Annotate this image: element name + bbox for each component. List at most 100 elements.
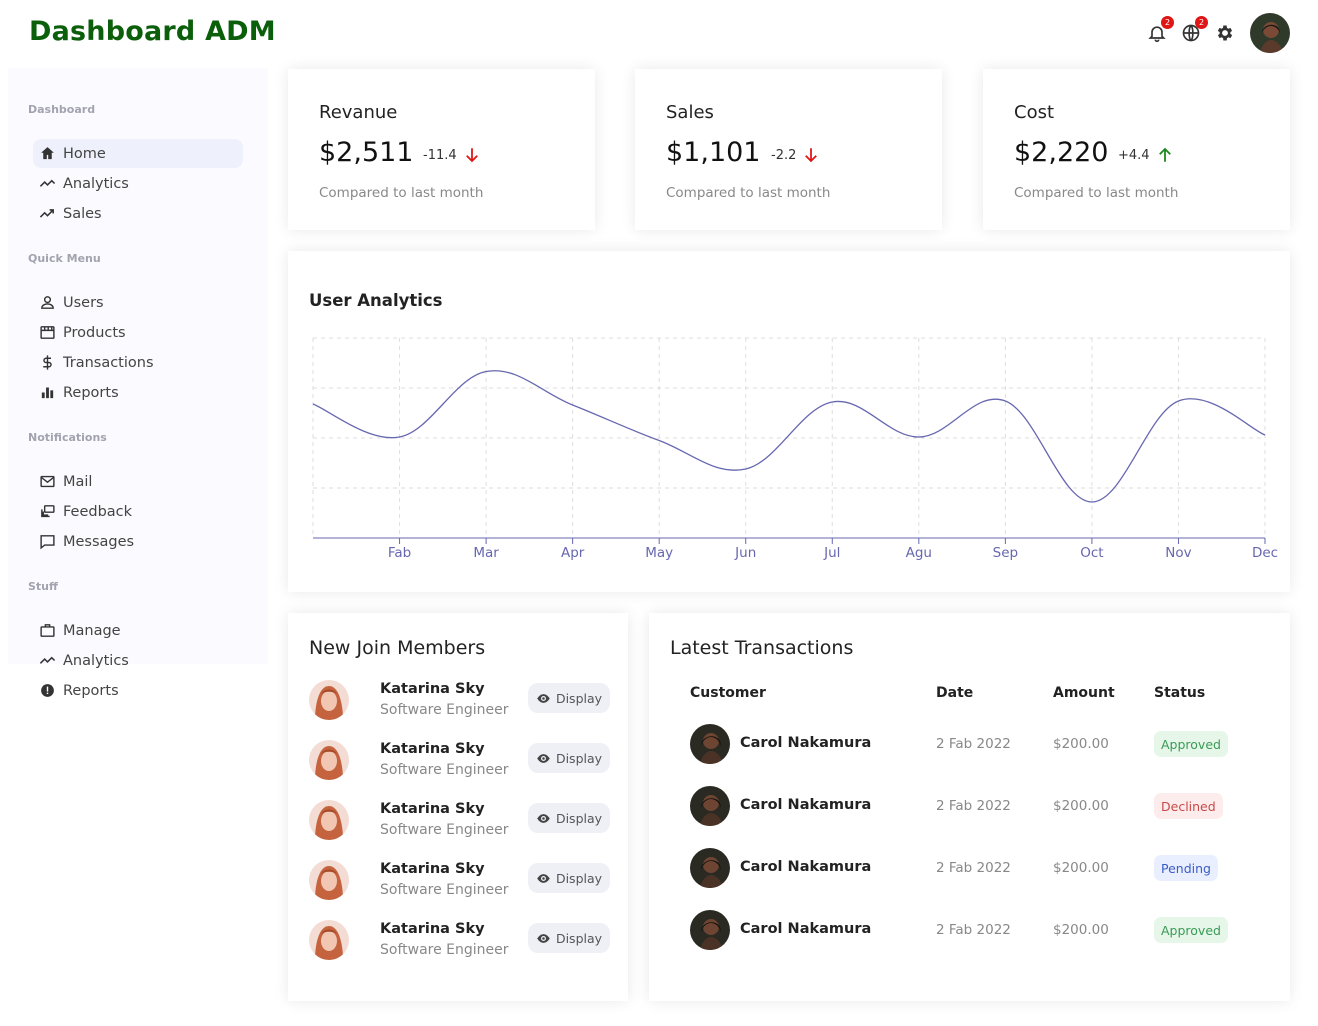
kpi-title: Sales (666, 102, 714, 123)
transaction-date: 2 Fab 2022 (936, 798, 1011, 814)
kpi-value: $2,220 (1014, 137, 1109, 168)
sidebar-item-reports-2[interactable]: Reports (33, 676, 243, 705)
sidebar-section-title: Stuff (28, 580, 58, 593)
sidebar-item-label: Feedback (63, 503, 133, 520)
sidebar-item-products[interactable]: Products (33, 318, 243, 347)
members-title: New Join Members (309, 637, 486, 659)
kpi-value: $2,511 (319, 137, 414, 168)
customer-avatar (690, 848, 730, 888)
top-icons: 2 2 (1146, 13, 1290, 53)
sidebar: Dashboard Home Analytics Sales Quick Men… (8, 68, 268, 699)
display-button-label: Display (555, 750, 603, 766)
sidebar-item-label: Transactions (63, 354, 154, 371)
customer-avatar (690, 786, 730, 826)
gear-icon (1217, 25, 1233, 41)
transaction-date: 2 Fab 2022 (936, 922, 1011, 938)
x-tick-label: Dec (1252, 545, 1278, 561)
kpi-delta: -11.4 (423, 146, 481, 164)
sidebar-item-label: Home (63, 145, 106, 162)
sidebar-item-label: Reports (63, 384, 119, 401)
member-row: Katarina Sky Software Engineer Display (309, 920, 610, 962)
home-icon (41, 147, 54, 160)
sidebar-item-users[interactable]: Users (33, 288, 243, 317)
dollar-icon (43, 355, 52, 370)
kpi-note: Compared to last month (666, 185, 831, 201)
kpi-note: Compared to last month (319, 185, 484, 201)
member-job-title: Software Engineer (380, 762, 509, 778)
settings-button[interactable] (1214, 22, 1236, 44)
column-header-status: Status (1154, 685, 1206, 701)
status-badge: Pending (1154, 855, 1218, 881)
bar-chart-icon (41, 387, 54, 399)
member-job-title: Software Engineer (380, 822, 509, 838)
x-tick-label: Fab (388, 545, 411, 561)
eye-icon (537, 933, 550, 943)
x-tick-label: Agu (906, 545, 932, 561)
user-icon (41, 296, 54, 309)
display-button[interactable]: Display (528, 863, 610, 893)
sidebar-item-home[interactable]: Home (33, 139, 243, 168)
display-button[interactable]: Display (528, 683, 610, 713)
language-badge: 2 (1195, 16, 1208, 29)
notifications-button[interactable]: 2 (1146, 16, 1174, 44)
transactions-title: Latest Transactions (670, 637, 854, 659)
member-job-title: Software Engineer (380, 942, 509, 958)
sidebar-item-feedback[interactable]: Feedback (33, 497, 243, 526)
eye-icon (537, 813, 550, 823)
arrow-down-icon (805, 148, 818, 163)
transaction-amount: $200.00 (1053, 860, 1109, 876)
kpi-delta: -2.2 (771, 146, 820, 164)
sidebar-item-manage[interactable]: Manage (33, 616, 243, 645)
arrow-down-icon (465, 148, 478, 163)
x-tick-label: Jul (823, 545, 840, 561)
member-avatar (309, 860, 349, 900)
member-row: Katarina Sky Software Engineer Display (309, 800, 610, 842)
language-button[interactable]: 2 (1180, 16, 1208, 44)
display-button[interactable]: Display (528, 803, 610, 833)
x-tick-label: Mar (473, 545, 499, 561)
customer-name: Carol Nakamura (740, 859, 872, 875)
sidebar-item-analytics[interactable]: Analytics (33, 169, 243, 198)
x-tick-label: Jun (734, 545, 756, 561)
member-name: Katarina Sky (380, 741, 485, 757)
trending-icon (39, 656, 56, 664)
sidebar-item-mail[interactable]: Mail (33, 467, 243, 496)
error-icon (41, 684, 54, 697)
user-analytics-chart: Fab Mar Apr May Jun Jul Agu Sep Oct Nov Dec (312, 337, 1278, 561)
member-row: Katarina Sky Software Engineer Display (309, 860, 610, 902)
sidebar-item-label: Messages (63, 533, 135, 550)
briefcase-icon (40, 624, 55, 637)
app-logo[interactable]: Dashboard ADM (29, 16, 276, 47)
kpi-card-revenue: Revanue $2,511 -11.4 Compared to last mo… (288, 69, 595, 230)
sidebar-item-sales[interactable]: Sales (33, 199, 243, 228)
member-avatar (309, 680, 349, 720)
user-analytics-card: User Analytics Fab Mar Apr May Jun Jul Agu Sep O… (288, 251, 1290, 592)
customer-name: Carol Nakamura (740, 735, 872, 751)
column-header-customer: Customer (690, 685, 766, 701)
display-button[interactable]: Display (528, 743, 610, 773)
notification-badge: 2 (1161, 16, 1174, 29)
member-name: Katarina Sky (380, 681, 485, 697)
sidebar-item-reports[interactable]: Reports (33, 378, 243, 407)
member-avatar (309, 800, 349, 840)
eye-icon (537, 753, 550, 763)
sidebar-item-analytics-2[interactable]: Analytics (33, 646, 243, 675)
x-tick-label: May (645, 545, 673, 561)
sidebar-item-transactions[interactable]: Transactions (33, 348, 243, 377)
display-button-label: Display (555, 930, 603, 946)
sidebar-item-label: Sales (63, 205, 102, 222)
status-badge: Approved (1154, 731, 1228, 757)
member-name: Katarina Sky (380, 861, 485, 877)
kpi-value: $1,101 (666, 137, 761, 168)
x-tick-label: Apr (561, 545, 585, 561)
message-icon (40, 535, 55, 550)
sidebar-item-label: Users (63, 294, 104, 311)
display-button[interactable]: Display (528, 923, 610, 953)
status-badge: Declined (1154, 793, 1223, 819)
profile-avatar[interactable] (1250, 13, 1290, 53)
member-name: Katarina Sky (380, 921, 485, 937)
arrow-up-icon (1158, 147, 1171, 162)
sidebar-item-messages[interactable]: Messages (33, 527, 243, 556)
storefront-icon (40, 326, 55, 339)
display-button-label: Display (555, 810, 603, 826)
